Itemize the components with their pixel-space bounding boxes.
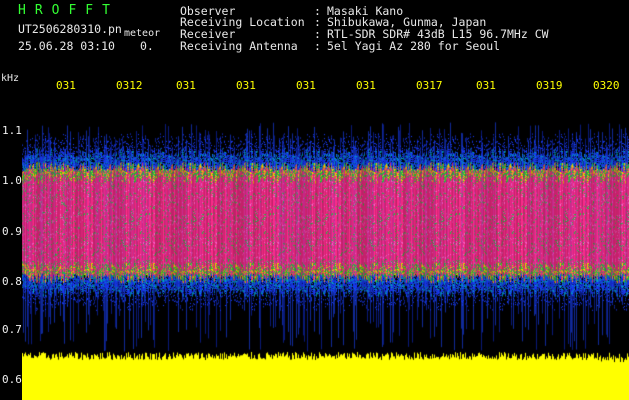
antenna-value: 5el Yagi Az 280 for Seoul xyxy=(327,39,501,53)
time-label-0313: 031 xyxy=(176,79,196,92)
time-label-0312: 0312 xyxy=(116,79,143,92)
y-tick-0-8: 0.8 xyxy=(2,275,22,288)
spectrogram xyxy=(22,92,629,400)
time-label-0317: 0317 xyxy=(416,79,443,92)
y-tick-1-1: 1.1 xyxy=(2,124,22,137)
time-label-0318: 031 xyxy=(476,79,496,92)
meteor-tag: meteor xyxy=(124,28,161,39)
antenna-sep: : xyxy=(314,39,321,53)
time-label-0316: 031 xyxy=(356,79,376,92)
antenna-label: Receiving Antenna xyxy=(180,39,298,53)
datetime: 25.06.28 03:10 xyxy=(18,39,115,53)
time-label-0320: 0320 xyxy=(593,79,620,92)
y-tick-1-0: 1.0 xyxy=(2,174,22,187)
y-tick-0-7: 0.7 xyxy=(2,323,22,336)
filename: UT2506280310.pn xyxy=(18,22,122,36)
time-label-0319: 0319 xyxy=(536,79,563,92)
meteor-count: 0. xyxy=(140,39,154,53)
axis-unit: kHz xyxy=(1,73,20,84)
time-label-0311: 031 xyxy=(56,79,76,92)
time-label-0314: 031 xyxy=(236,79,256,92)
program-title: HROFFT xyxy=(18,3,119,18)
y-tick-0-9: 0.9 xyxy=(2,225,22,238)
y-tick-0-6: 0.6 xyxy=(2,373,22,386)
time-label-0315: 031 xyxy=(296,79,316,92)
